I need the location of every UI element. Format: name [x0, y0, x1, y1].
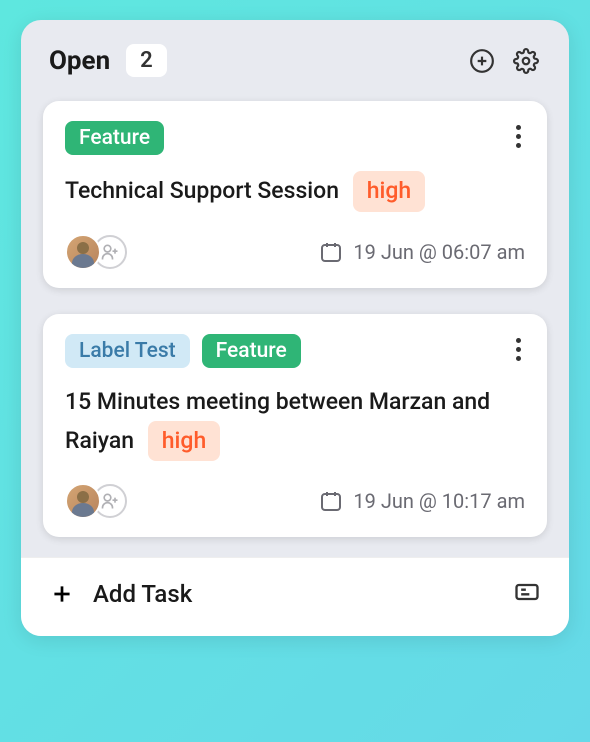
person-plus-icon — [100, 491, 120, 511]
task-card[interactable]: Label Test Feature 15 Minutes meeting be… — [43, 314, 547, 538]
assignees — [65, 483, 127, 519]
priority-badge: high — [148, 421, 220, 462]
task-list: Feature Technical Support Session high — [21, 101, 569, 557]
card-footer: 19 Jun @ 10:17 am — [65, 483, 525, 519]
task-title: Technical Support Session — [65, 177, 339, 204]
person-plus-icon — [100, 242, 120, 262]
task-date: 19 Jun @ 06:07 am — [319, 240, 525, 264]
task-labels: Label Test Feature — [65, 334, 301, 368]
date-text: 19 Jun @ 10:17 am — [353, 489, 525, 513]
calendar-icon — [319, 240, 343, 264]
gear-icon — [513, 48, 539, 74]
board-title: Open — [49, 46, 110, 76]
more-icon-dot — [516, 125, 521, 130]
board-header: Open 2 — [21, 20, 569, 101]
task-board: Open 2 Feature — [21, 20, 569, 636]
label-feature[interactable]: Feature — [202, 334, 301, 368]
card-header: Label Test Feature — [65, 334, 525, 368]
more-icon-dot — [516, 347, 521, 352]
board-footer: Add Task — [21, 557, 569, 636]
add-icon-button[interactable] — [467, 46, 497, 76]
label-feature[interactable]: Feature — [65, 121, 164, 155]
task-title-row: Technical Support Session high — [65, 171, 525, 212]
assignees — [65, 234, 127, 270]
more-options-button[interactable] — [512, 334, 525, 365]
plus-icon — [49, 581, 75, 607]
card-detail-button[interactable] — [513, 578, 541, 610]
label-test[interactable]: Label Test — [65, 334, 190, 368]
more-icon-dot — [516, 356, 521, 361]
avatar[interactable] — [65, 234, 101, 270]
more-icon-dot — [516, 134, 521, 139]
task-count-badge: 2 — [126, 44, 167, 77]
card-header: Feature — [65, 121, 525, 155]
plus-circle-icon — [469, 48, 495, 74]
settings-button[interactable] — [511, 46, 541, 76]
more-options-button[interactable] — [512, 121, 525, 152]
card-icon — [513, 578, 541, 606]
task-title-row: 15 Minutes meeting between Marzan and Ra… — [65, 384, 525, 462]
date-text: 19 Jun @ 06:07 am — [353, 240, 525, 264]
calendar-icon — [319, 489, 343, 513]
more-icon-dot — [516, 338, 521, 343]
add-task-label: Add Task — [93, 580, 192, 608]
add-task-button[interactable]: Add Task — [49, 580, 192, 608]
task-labels: Feature — [65, 121, 164, 155]
task-title: 15 Minutes meeting between Marzan and Ra… — [65, 388, 490, 454]
header-actions — [467, 46, 541, 76]
card-footer: 19 Jun @ 06:07 am — [65, 234, 525, 270]
task-card[interactable]: Feature Technical Support Session high — [43, 101, 547, 288]
more-icon-dot — [516, 143, 521, 148]
priority-badge: high — [353, 171, 425, 212]
header-left: Open 2 — [49, 44, 167, 77]
task-date: 19 Jun @ 10:17 am — [319, 489, 525, 513]
avatar[interactable] — [65, 483, 101, 519]
